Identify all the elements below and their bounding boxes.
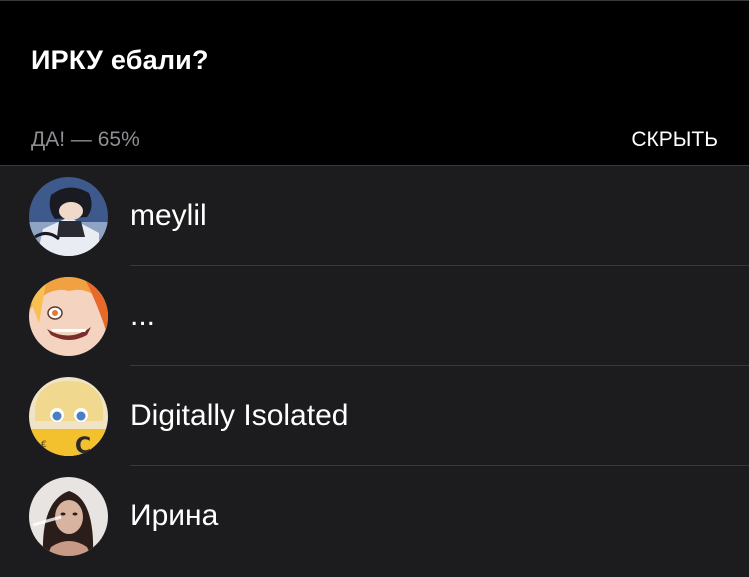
voter-list: meylil ... C € Digitally Isolated Ирина [0,166,749,577]
avatar [29,477,108,556]
list-item[interactable]: C € Digitally Isolated [0,366,749,466]
poll-voters-screen: ИРКУ ебали? ДА! — 65% СКРЫТЬ meylil ... … [0,0,749,577]
voter-name: ... [130,299,156,332]
list-item[interactable]: meylil [0,166,749,266]
poll-option-header: ДА! — 65% СКРЫТЬ [0,109,749,166]
voter-name: meylil [130,199,207,232]
svg-text:C: C [75,434,91,456]
anime-girl-orange-avatar-icon [29,277,108,356]
poll-option-label: ДА! — 65% [31,128,140,151]
poll-question: ИРКУ ебали? [31,45,209,75]
list-item[interactable]: Ирина [0,466,749,566]
hide-button[interactable]: СКРЫТЬ [631,128,718,152]
anime-girl-blonde-avatar-icon: C € [29,377,108,456]
photo-woman-avatar-icon [29,477,108,556]
avatar: C € [29,377,108,456]
anime-boy-avatar-icon [29,177,108,256]
voter-name: Digitally Isolated [130,399,349,432]
avatar [29,177,108,256]
list-item[interactable]: ... [0,266,749,366]
voter-name: Ирина [130,499,219,532]
avatar [29,277,108,356]
svg-text:€: € [41,440,47,450]
